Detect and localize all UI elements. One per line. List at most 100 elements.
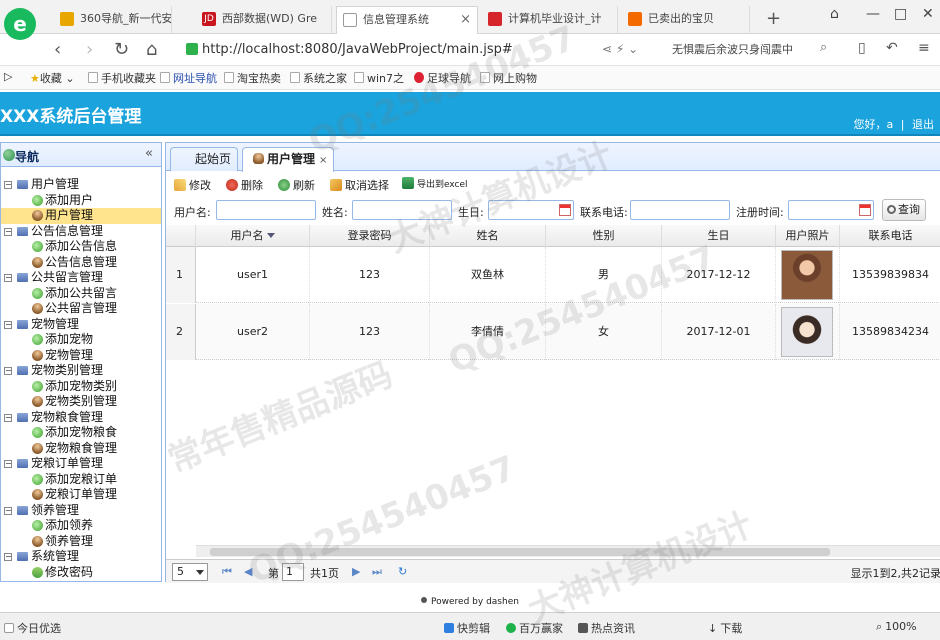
calendar-icon[interactable] (559, 204, 571, 216)
sidebar-item[interactable]: 公共留言管理 (1, 301, 161, 317)
forward-icon[interactable]: › (86, 39, 93, 60)
bookmark-football[interactable]: 足球导航 (414, 70, 471, 86)
refresh-page-icon[interactable]: ↻ (398, 565, 407, 578)
collapse-toggle-icon[interactable]: − (4, 227, 12, 236)
sidebar-item[interactable]: 修改密码 (1, 564, 161, 581)
minimize-icon[interactable]: — (866, 6, 880, 22)
status-news[interactable]: 热点资讯 (578, 620, 635, 636)
shirt-icon[interactable]: ⌂ (830, 6, 839, 22)
collapse-toggle-icon[interactable]: − (4, 320, 12, 329)
browser-tab-1[interactable]: 360导航_新一代安全 (54, 6, 172, 34)
bookmark-nav[interactable]: 网址导航 (160, 70, 217, 86)
horizontal-scrollbar[interactable] (196, 545, 940, 557)
undo-icon[interactable]: ↶ (886, 40, 898, 56)
sidebar-item[interactable]: 公告信息管理 (1, 255, 161, 271)
back-icon[interactable]: ‹ (54, 39, 61, 60)
bookmark-favorites[interactable]: ★收藏 ⌄ (30, 70, 75, 86)
query-button[interactable]: 查询 (882, 199, 926, 221)
close-tab-icon[interactable]: × (460, 7, 471, 33)
zoom-level[interactable]: ⌕ 100% (876, 620, 917, 634)
collapse-toggle-icon[interactable]: − (4, 181, 12, 189)
bookmark-shopping[interactable]: 网上购物 (480, 70, 537, 86)
close-window-icon[interactable]: ✕ (922, 6, 934, 22)
sidebar-item[interactable]: 添加宠物 (1, 332, 161, 348)
bookmark-mobile[interactable]: 手机收藏夹 (88, 70, 156, 86)
next-page-icon[interactable]: ▶ (352, 565, 360, 578)
table-row[interactable]: 1 user1 123 双鱼林 男 2017-12-12 13539839834 (166, 247, 940, 303)
sidebar-item[interactable]: 宠物粮食管理 (1, 441, 161, 457)
col-gender[interactable]: 性别 (546, 225, 662, 247)
sidebar-group[interactable]: − 宠物类别管理 (1, 363, 161, 379)
collapse-icon[interactable]: « (145, 146, 153, 161)
url-input[interactable]: http://localhost:8080/JavaWebProject/mai… (182, 38, 662, 62)
browser-tab-4[interactable]: 计算机毕业设计_计 (482, 6, 618, 34)
col-name[interactable]: 姓名 (430, 225, 546, 247)
export-excel-button[interactable]: 导出到excel (402, 177, 468, 190)
share-icon[interactable]: ⋖ ⚡ ⌄ (602, 42, 638, 56)
edit-button[interactable]: 修改 (174, 177, 211, 193)
status-winner[interactable]: 百万赢家 (506, 620, 563, 636)
status-download[interactable]: ↓ 下载 (708, 620, 742, 636)
status-quickcut[interactable]: 快剪辑 (444, 620, 490, 636)
menu-icon[interactable]: ≡ (918, 40, 930, 56)
browser-logo-icon[interactable]: e (4, 8, 36, 40)
home-icon[interactable]: ⌂ (146, 39, 157, 60)
sidebar-item[interactable]: 领养管理 (1, 534, 161, 550)
collapse-toggle-icon[interactable]: − (4, 553, 12, 561)
name-input[interactable] (352, 200, 452, 220)
sidebar-group[interactable]: − 宠粮订单管理 (1, 456, 161, 472)
col-password[interactable]: 登录密码 (310, 225, 430, 247)
sidebar-group[interactable]: − 宠物粮食管理 (1, 410, 161, 426)
regtime-input[interactable] (788, 200, 874, 220)
table-row[interactable]: 2 user2 123 李倩倩 女 2017-12-01 13589834234 (166, 304, 940, 360)
close-tab-icon[interactable]: × (319, 155, 327, 166)
col-phone[interactable]: 联系电话 (840, 225, 940, 247)
tab-user-management[interactable]: 用户管理 × (242, 147, 334, 172)
calendar-icon[interactable] (859, 204, 871, 216)
page-size-select[interactable]: 5 (172, 563, 208, 581)
scrollbar-thumb[interactable] (210, 548, 830, 556)
tab-home[interactable]: 起始页 (170, 147, 238, 171)
first-page-icon[interactable]: ⏮ (222, 565, 232, 579)
browser-tab-active[interactable]: 信息管理系统 × (336, 6, 478, 34)
sidebar-item[interactable]: 用户管理 (1, 208, 161, 224)
bookmark-taobao[interactable]: 淘宝热卖 (224, 70, 281, 86)
cancel-select-button[interactable]: 取消选择 (330, 177, 389, 193)
new-tab-icon[interactable]: + (766, 8, 781, 29)
browser-tab-2[interactable]: JD 西部数据(WD) Gre (196, 6, 332, 34)
col-username[interactable]: 用户名 (196, 225, 310, 247)
sidebar-item[interactable]: 添加宠粮订单 (1, 472, 161, 488)
collapse-toggle-icon[interactable]: − (4, 413, 12, 422)
sidebar-group[interactable]: − 用户管理 (1, 177, 161, 193)
sidebar-item[interactable]: 宠粮订单管理 (1, 487, 161, 503)
collapse-toggle-icon[interactable]: − (4, 460, 12, 468)
phone-icon[interactable]: ▯ (858, 40, 866, 56)
refresh-button[interactable]: 刷新 (278, 177, 315, 193)
phone-input[interactable] (630, 200, 730, 220)
collapse-toggle-icon[interactable]: − (4, 274, 12, 282)
browser-tab-5[interactable]: 已卖出的宝贝 (622, 6, 750, 34)
sidebar-group[interactable]: − 系统管理 (1, 549, 161, 565)
col-birthday[interactable]: 生日 (662, 225, 776, 247)
birthday-input[interactable] (488, 200, 574, 220)
logout-link[interactable]: 退出 (912, 118, 934, 131)
col-photo[interactable]: 用户照片 (776, 225, 840, 247)
sidebar-group[interactable]: − 宠物管理 (1, 317, 161, 333)
sidebar-group[interactable]: − 公共留言管理 (1, 270, 161, 286)
sidebar-toggle-icon[interactable]: ▷ (4, 70, 12, 83)
collapse-toggle-icon[interactable]: − (4, 367, 12, 375)
search-icon[interactable]: ⌕ (820, 40, 827, 55)
username-input[interactable] (216, 200, 316, 220)
sidebar-item[interactable]: 宠物类别管理 (1, 394, 161, 410)
sidebar-item[interactable]: 添加公共留言 (1, 286, 161, 302)
sidebar-group[interactable]: − 公告信息管理 (1, 224, 161, 240)
search-input[interactable]: 无惧震后余波只身闯震中 (672, 40, 836, 60)
reload-icon[interactable]: ↻ (114, 39, 129, 60)
sidebar-item[interactable]: 添加宠物类别 (1, 379, 161, 395)
page-number-input[interactable]: 1 (282, 563, 304, 581)
today-pick[interactable]: 今日优选 (4, 620, 61, 636)
sidebar-item[interactable]: 宠物管理 (1, 348, 161, 364)
sidebar-item[interactable]: 添加用户 (1, 193, 161, 209)
last-page-icon[interactable]: ⏭ (372, 565, 382, 579)
sidebar-item[interactable]: 添加宠物粮食 (1, 425, 161, 441)
